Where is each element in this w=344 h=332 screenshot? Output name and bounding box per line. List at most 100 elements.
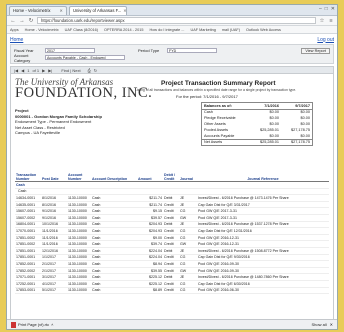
post-date: 2/1/2017	[41, 260, 67, 268]
bookmark-item[interactable]: mail (UAF)	[222, 28, 240, 32]
account-description: Cash	[91, 267, 137, 275]
table-row: 16804-0001 10/1/2016 1130-10000 Cash $204.93…	[15, 221, 329, 229]
close-icon[interactable]: ✕	[123, 7, 126, 15]
bookmark-item[interactable]: How do I integrate ...	[149, 28, 184, 32]
account-number: 1130-10000	[67, 260, 91, 268]
logout-link[interactable]: Log out	[317, 37, 334, 43]
chevron-up-icon[interactable]: ˄	[51, 322, 53, 327]
download-item[interactable]: Print Page (vf).rtc ˄	[11, 321, 53, 328]
debit-credit: Credit	[163, 254, 179, 262]
download-filename: Print Page (vf).rtc	[18, 322, 50, 327]
amount: $224.04	[137, 254, 163, 262]
account-description: Cash	[91, 194, 137, 202]
bookmark-item[interactable]: OPTERRA 2014 - 2015	[104, 28, 143, 32]
txn-number: 17071-0001	[15, 273, 41, 281]
group-row: Cash	[15, 188, 329, 196]
close-icon[interactable]: ✕	[59, 7, 63, 15]
minimize-icon[interactable]: –	[319, 6, 322, 12]
journal-reference: Cap Gain Dist for Q/E 3/31/2017	[197, 201, 329, 209]
balance-label: Net Assets	[202, 138, 251, 145]
amount: $39.57	[137, 214, 163, 222]
balance-start: $25,285.01	[250, 138, 281, 145]
tab-home[interactable]: Home - Velocimetrix ✕	[9, 6, 67, 15]
balance-row: Net Assets $25,285.01 $27,178.75	[202, 138, 312, 145]
account-number: 1130-10000	[67, 201, 91, 209]
amount: $211.74	[137, 194, 163, 202]
txn-number: 14634-0001	[15, 194, 41, 202]
bookmark-item[interactable]: UAF Class (8/2016)	[65, 28, 98, 32]
show-all-button[interactable]: Show all	[312, 322, 327, 327]
page-content: Home Log out Fiscal Year 2017 Period Typ…	[7, 35, 337, 319]
bookmark-item[interactable]: Home - Velocimetrix	[25, 28, 59, 32]
address-bar-row: ← → ↻ https://foundation.uark.edu/report…	[7, 16, 337, 26]
bookmarks-bar: Apps Home - Velocimetrix UAF Class (8/20…	[7, 26, 337, 34]
address-input[interactable]: https://foundation.uark.edu/reportviewer…	[37, 17, 316, 24]
back-icon[interactable]: ←	[10, 18, 16, 24]
debit-credit: Credit	[163, 267, 179, 275]
menu-icon[interactable]: ≡	[328, 18, 334, 24]
column-header: Account Description	[91, 172, 137, 182]
journal: CG	[179, 207, 197, 215]
debit-credit: Credit	[163, 240, 179, 248]
bookmark-item[interactable]: UAF Marketing	[191, 28, 216, 32]
amount: $8.94	[137, 260, 163, 268]
bookmark-item[interactable]: Outlook Web Access	[246, 28, 281, 32]
account-number: 1130-10000	[67, 234, 91, 242]
find-text[interactable]: Find | Next	[61, 68, 80, 73]
account-description: Cash	[91, 260, 137, 268]
debit-credit: Debit	[163, 247, 179, 255]
txn-number: 17252-0001	[15, 280, 41, 288]
forward-icon[interactable]: →	[19, 18, 25, 24]
column-header: Transaction Number	[15, 172, 41, 182]
journal: JE	[179, 221, 197, 229]
reload-icon[interactable]: ↻	[28, 18, 34, 24]
account-number: 1130-10000	[67, 227, 91, 235]
account-category-select[interactable]: Accounts Payable - Cash - Endowed	[45, 55, 125, 60]
post-date: 5/1/2017	[41, 287, 67, 295]
journal-reference: Pool GW Q/E 2016-12-31	[197, 240, 329, 248]
journal-reference: Cap Gain Dist for Q/E 9/30/2016	[197, 254, 329, 262]
last-page-icon[interactable]: ▶|	[48, 68, 52, 73]
amount: $9.15	[137, 207, 163, 215]
journal: JE	[179, 247, 197, 255]
home-link[interactable]: Home	[10, 37, 23, 43]
table-row: 17851-0002 11/1/2016 1130-10000 Cash $39.74 C…	[15, 240, 329, 248]
refresh-icon[interactable]: ↻	[94, 68, 97, 73]
bookmark-item[interactable]: Apps	[10, 28, 19, 32]
debit-credit: Credit	[163, 287, 179, 295]
next-page-icon[interactable]: ▶	[42, 68, 45, 73]
post-date: 8/1/2016	[41, 201, 67, 209]
journal: GW	[179, 267, 197, 275]
post-date: 11/1/2016	[41, 240, 67, 248]
tab-label: Home - Velocimetrix	[13, 8, 51, 13]
prev-page-icon[interactable]: ◀	[21, 68, 24, 73]
group-label: Cash	[15, 188, 329, 196]
debit-credit: Credit	[163, 214, 179, 222]
desktop-frame: Home - Velocimetrix ✕ University of Arka…	[0, 0, 344, 332]
table-row: 17851-0001 12/1/2016 1130-10000 Cash $224.04…	[15, 247, 329, 255]
period-type-label: Period Type	[138, 48, 160, 53]
journal-reference: Invest/Divest - 6/2016 Purchase @ 1537.1…	[197, 221, 329, 229]
column-header: Post Date	[41, 172, 67, 182]
maximize-icon[interactable]: □	[325, 6, 328, 12]
star-icon[interactable]: ☆	[319, 18, 325, 24]
column-header: Journal	[179, 172, 197, 182]
txn-number: 17851-0002	[15, 240, 41, 248]
debit-credit: Debit	[163, 194, 179, 202]
table-row: 15607-0002 9/1/2016 1130-10000 Cash $39.57 Cr…	[15, 214, 329, 222]
account-description: Cash	[91, 240, 137, 248]
view-report-button[interactable]: View Report	[301, 47, 330, 54]
close-window-icon[interactable]: ✕	[331, 6, 335, 12]
first-page-icon[interactable]: |◀	[14, 68, 18, 73]
export-icon[interactable]: ⎙	[88, 68, 91, 73]
account-description: Cash	[91, 273, 137, 281]
close-icon[interactable]: ✕	[330, 322, 333, 327]
fiscal-year-select[interactable]: 2017	[45, 48, 95, 53]
tab-foundation[interactable]: University of Arkansas F... ✕	[69, 6, 127, 15]
journal-reference: Cap Gain Dist for Q/E 12/31/2016	[197, 227, 329, 235]
page-number-input[interactable]: 1	[27, 68, 29, 73]
account-number: 1130-10000	[67, 280, 91, 288]
period-type-select[interactable]: FYD	[167, 48, 217, 53]
journal-reference: Pool GW Q/E 2017-3-31	[197, 207, 329, 215]
account-number: 1130-10000	[67, 247, 91, 255]
